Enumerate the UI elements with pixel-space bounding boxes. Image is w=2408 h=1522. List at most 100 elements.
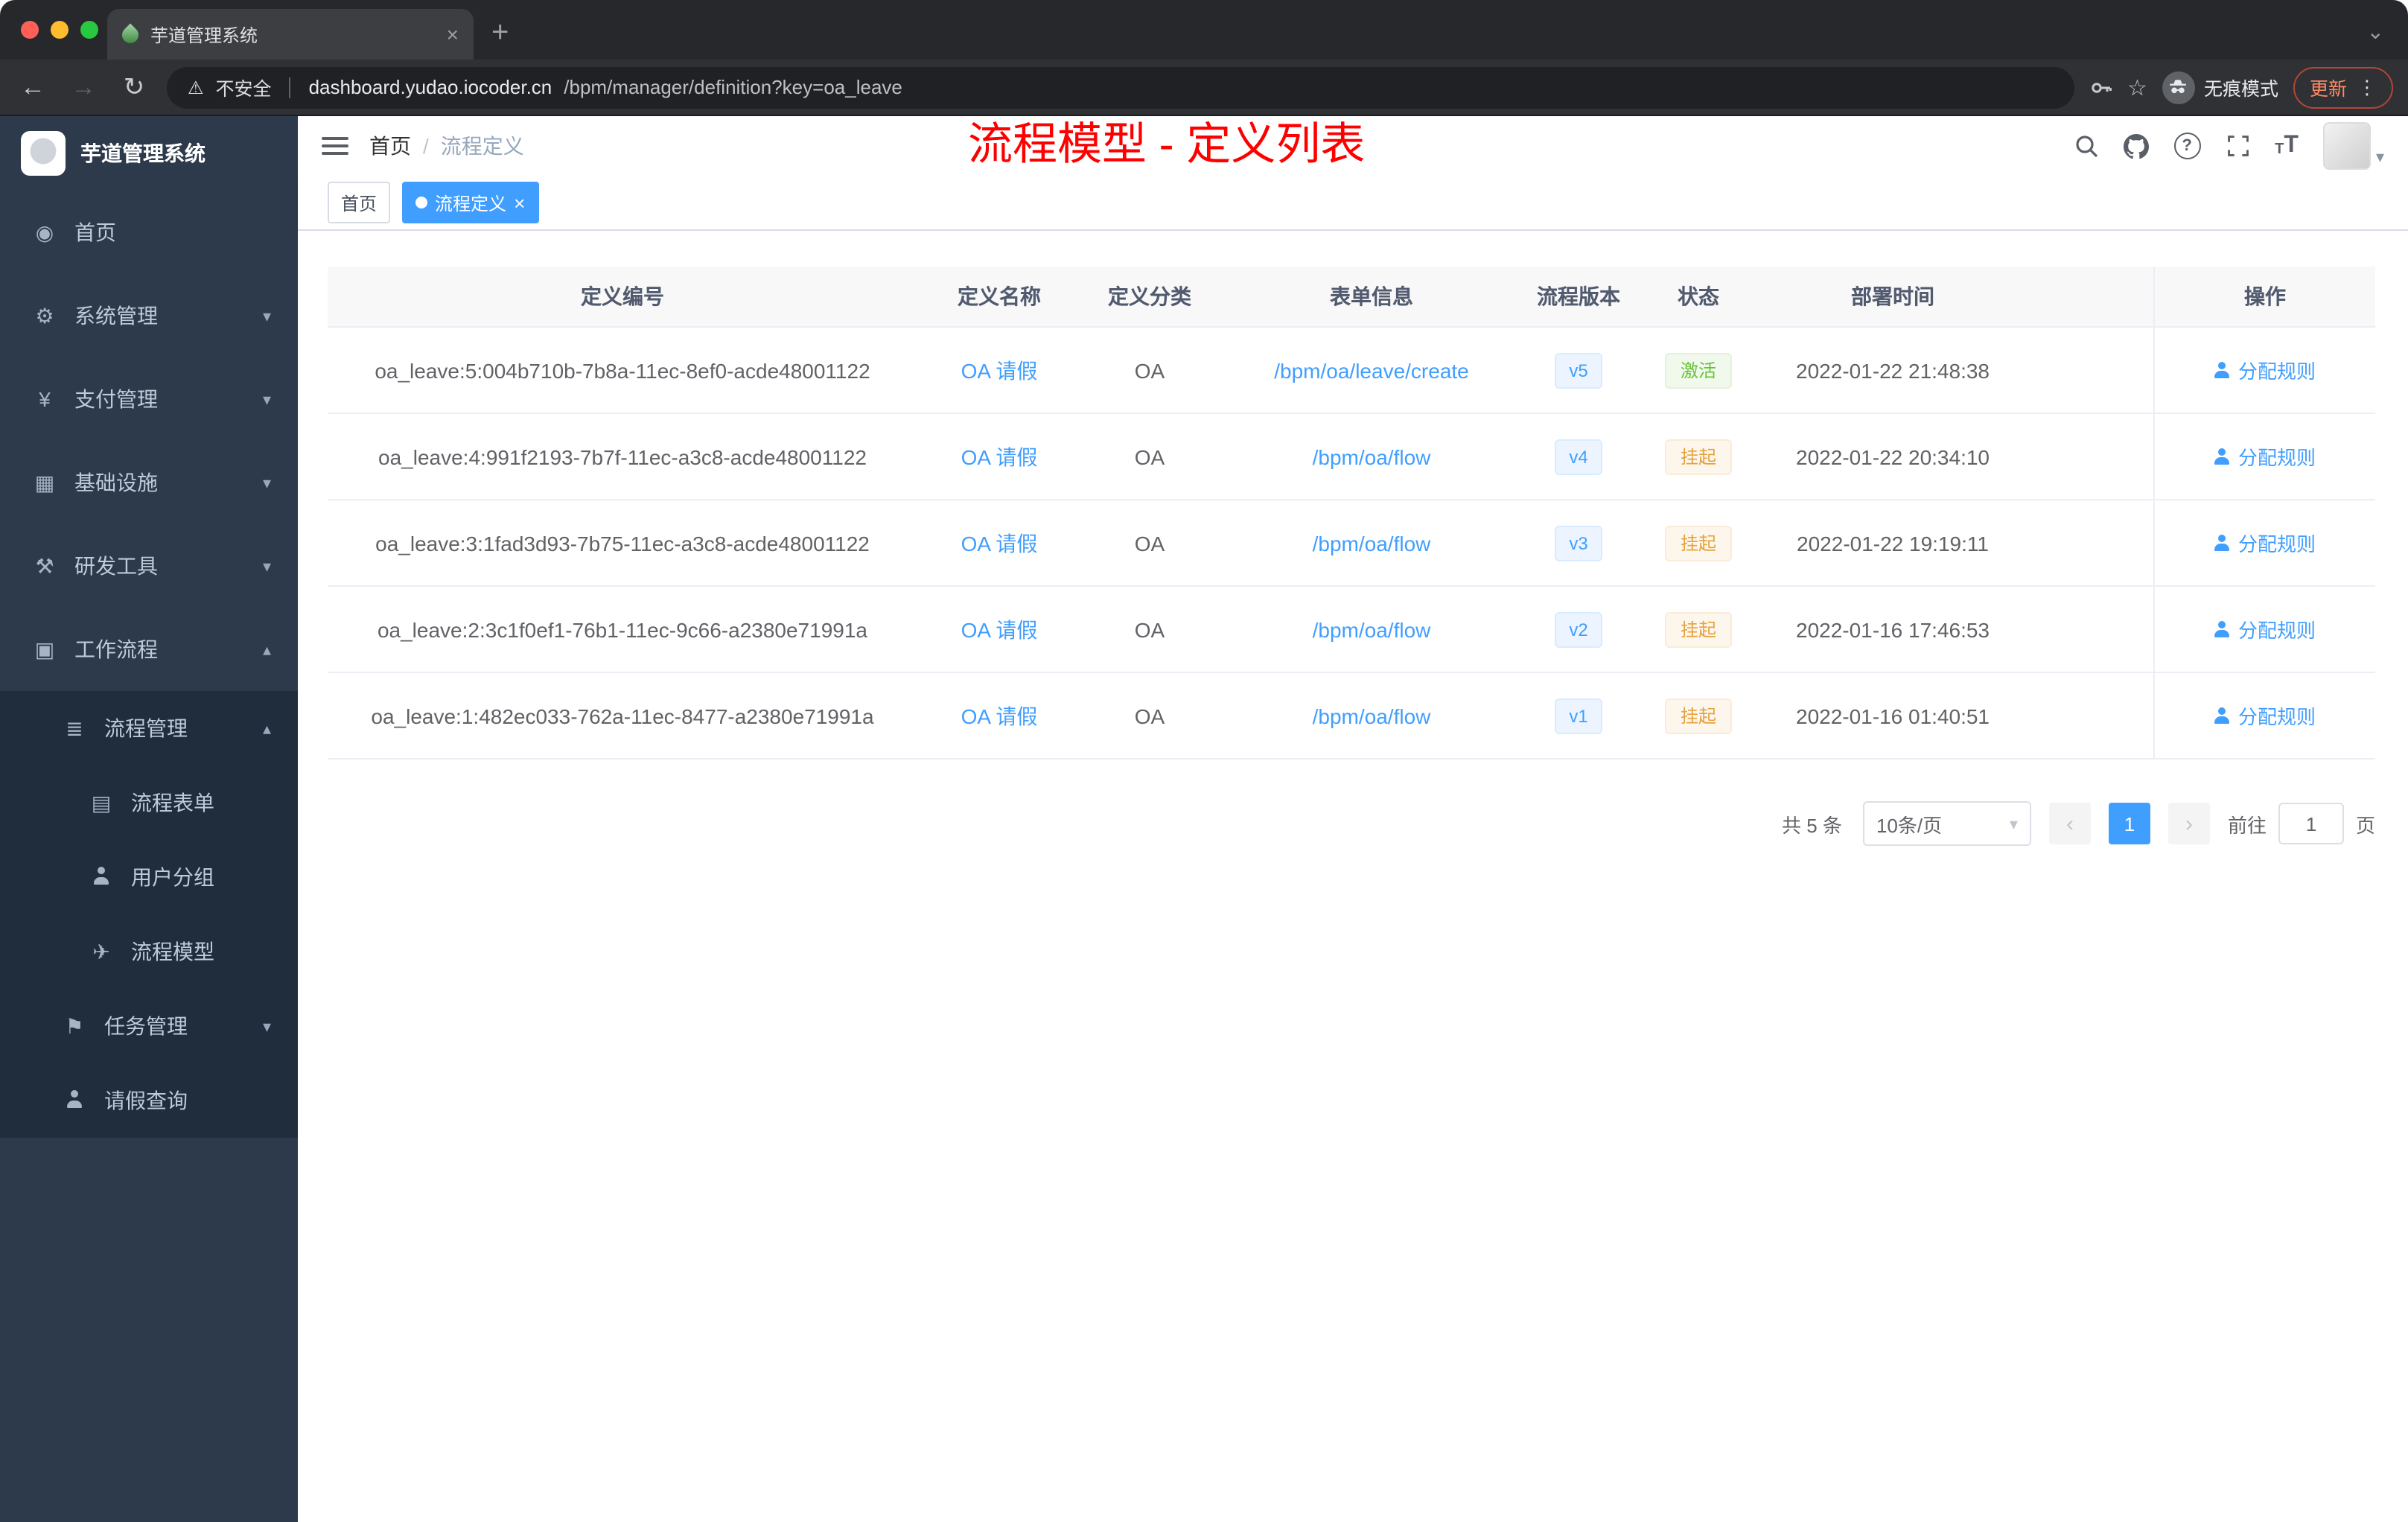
col-header-actions: 操作 xyxy=(2153,267,2375,326)
status-tag: 挂起 xyxy=(1665,525,1731,561)
fullscreen-icon[interactable] xyxy=(2226,134,2249,158)
sidebar-item-首页[interactable]: ◉ 首页 xyxy=(0,191,298,274)
sidebar-item-系统管理[interactable]: ⚙ 系统管理 ▾ xyxy=(0,274,298,357)
user-icon xyxy=(2214,621,2231,637)
assign-rule-link[interactable]: 分配规则 xyxy=(2214,701,2316,730)
sidebar-item-任务管理[interactable]: ⚑ 任务管理 ▾ xyxy=(0,989,298,1063)
url-path: /bpm/manager/definition?key=oa_leave xyxy=(564,76,902,98)
tag-process-definition-label: 流程定义 xyxy=(435,193,507,214)
definition-name-link[interactable]: OA 请假 xyxy=(961,614,1038,644)
sidebar-item-流程管理[interactable]: ≣ 流程管理 ▴ xyxy=(0,691,298,765)
assign-rule-link[interactable]: 分配规则 xyxy=(2214,615,2316,643)
cell-category: OA xyxy=(1134,617,1165,641)
font-size-icon[interactable]: TT xyxy=(2275,133,2299,158)
sidebar-item-基础设施[interactable]: ▦ 基础设施 ▾ xyxy=(0,441,298,524)
status-tag: 挂起 xyxy=(1665,439,1731,474)
version-tag: v1 xyxy=(1554,698,1603,733)
cell-deploy-time: 2022-01-16 17:46:53 xyxy=(1796,617,1990,641)
bookmark-star-icon[interactable]: ☆ xyxy=(2127,74,2147,101)
incognito-icon xyxy=(2162,71,2195,104)
browser-menu-icon[interactable]: ⋮ xyxy=(2357,75,2377,99)
sidebar-item-用户分组[interactable]: 用户分组 xyxy=(0,840,298,914)
tab-close-icon[interactable]: × xyxy=(447,24,459,45)
chevron-icon: ▾ xyxy=(262,474,271,492)
prev-page-button[interactable]: ‹ xyxy=(2048,803,2091,844)
yen-icon: ¥ xyxy=(39,387,51,411)
definition-name-link[interactable]: OA 请假 xyxy=(961,528,1038,558)
avatar[interactable] xyxy=(2323,122,2372,170)
next-page-button[interactable]: › xyxy=(2167,803,2210,844)
browser-tab[interactable]: 芋道管理系统 × xyxy=(107,9,474,60)
header-actions: ? TT ▾ xyxy=(2074,122,2384,170)
security-warning-icon: ⚠ xyxy=(188,77,204,98)
col-header-deploy-time: 部署时间 xyxy=(1851,284,1934,308)
sidebar-item-工作流程[interactable]: ▣ 工作流程 ▴ xyxy=(0,608,298,691)
maximize-window-button[interactable] xyxy=(80,21,98,39)
definition-name-link[interactable]: OA 请假 xyxy=(961,701,1038,730)
close-window-button[interactable] xyxy=(21,21,39,39)
cell-category: OA xyxy=(1134,531,1165,555)
url-input[interactable]: ⚠ 不安全 dashboard.yudao.iocoder.cn /bpm/ma… xyxy=(167,66,2074,108)
browser-update-button[interactable]: 更新 ⋮ xyxy=(2293,66,2393,108)
table-row: oa_leave:1:482ec033-762a-11ec-8477-a2380… xyxy=(328,673,2375,760)
breadcrumb-home[interactable]: 首页 xyxy=(369,131,411,161)
github-icon[interactable] xyxy=(2123,133,2149,159)
version-tag: v5 xyxy=(1554,352,1603,388)
form-link[interactable]: /bpm/oa/flow xyxy=(1313,531,1431,555)
page-size-select[interactable]: 10条/页 ▾ xyxy=(1862,801,2031,846)
col-header-definition-id: 定义编号 xyxy=(581,284,664,308)
definition-name-link[interactable]: OA 请假 xyxy=(961,355,1038,385)
user-avatar-menu[interactable]: ▾ xyxy=(2323,122,2384,170)
form-link[interactable]: /bpm/oa/flow xyxy=(1313,445,1431,468)
tools-icon: ⚒ xyxy=(35,553,54,577)
form-link[interactable]: /bpm/oa/leave/create xyxy=(1274,358,1469,382)
forward-icon[interactable]: → xyxy=(66,72,101,102)
assign-rule-link[interactable]: 分配规则 xyxy=(2214,529,2316,557)
breadcrumb-separator: / xyxy=(423,134,429,158)
sidebar-item-研发工具[interactable]: ⚒ 研发工具 ▾ xyxy=(0,524,298,608)
form-link[interactable]: /bpm/oa/flow xyxy=(1313,704,1431,727)
window-controls[interactable] xyxy=(21,21,98,39)
assign-rule-link[interactable]: 分配规则 xyxy=(2214,356,2316,384)
update-label: 更新 xyxy=(2309,79,2347,100)
sidebar-item-流程模型[interactable]: ✈ 流程模型 xyxy=(0,914,298,989)
page-number-1[interactable]: 1 xyxy=(2108,803,2150,844)
assign-rule-label: 分配规则 xyxy=(2237,620,2316,642)
form-link[interactable]: /bpm/oa/flow xyxy=(1313,617,1431,641)
tab-search-chevron-icon[interactable]: ⌄ xyxy=(2367,19,2384,45)
collapse-sidebar-icon[interactable] xyxy=(322,137,348,155)
page-size-value: 10条/页 xyxy=(1876,814,1943,836)
gear-icon: ⚙ xyxy=(35,303,54,327)
cell-deploy-time: 2022-01-22 20:34:10 xyxy=(1796,445,1990,468)
minimize-window-button[interactable] xyxy=(51,21,69,39)
search-icon[interactable] xyxy=(2074,134,2098,158)
breadcrumb: 首页 / 流程定义 xyxy=(369,131,524,161)
help-icon[interactable]: ? xyxy=(2173,133,2201,159)
chevron-icon: ▾ xyxy=(262,391,271,409)
version-tag: v2 xyxy=(1554,611,1603,647)
definition-name-link[interactable]: OA 请假 xyxy=(961,442,1038,471)
new-tab-button[interactable]: + xyxy=(491,18,509,48)
back-icon[interactable]: ← xyxy=(15,72,51,102)
form-icon: ▤ xyxy=(91,790,112,814)
assign-rule-link[interactable]: 分配规则 xyxy=(2214,442,2316,471)
sidebar-item-支付管理[interactable]: ¥ 支付管理 ▾ xyxy=(0,357,298,441)
sidebar-item-流程表单[interactable]: ▤ 流程表单 xyxy=(0,765,298,840)
goto-page-input[interactable] xyxy=(2278,803,2344,844)
col-header-version: 流程版本 xyxy=(1537,284,1620,308)
cell-deploy-time: 2022-01-22 21:48:38 xyxy=(1796,358,1990,382)
tag-close-icon[interactable]: × xyxy=(514,193,525,212)
goto-page: 前往 页 xyxy=(2228,803,2375,844)
status-tag: 挂起 xyxy=(1665,611,1731,647)
user-icon xyxy=(2214,535,2231,551)
cell-definition-id: oa_leave:5:004b710b-7b8a-11ec-8ef0-acde4… xyxy=(375,358,870,382)
password-key-icon[interactable] xyxy=(2089,75,2112,99)
sidebar-item-请假查询[interactable]: 请假查询 xyxy=(0,1063,298,1138)
reload-icon[interactable]: ↻ xyxy=(116,72,152,102)
app-header: 首页 / 流程定义 流程模型 - 定义列表 ? TT ▾ xyxy=(298,116,2408,176)
user-icon xyxy=(2214,362,2231,378)
sidebar-logo[interactable]: 芋道管理系统 xyxy=(0,116,298,191)
tag-home[interactable]: 首页 xyxy=(328,182,391,223)
url-host: dashboard.yudao.iocoder.cn xyxy=(308,76,552,98)
tag-process-definition[interactable]: 流程定义 × xyxy=(402,182,539,223)
